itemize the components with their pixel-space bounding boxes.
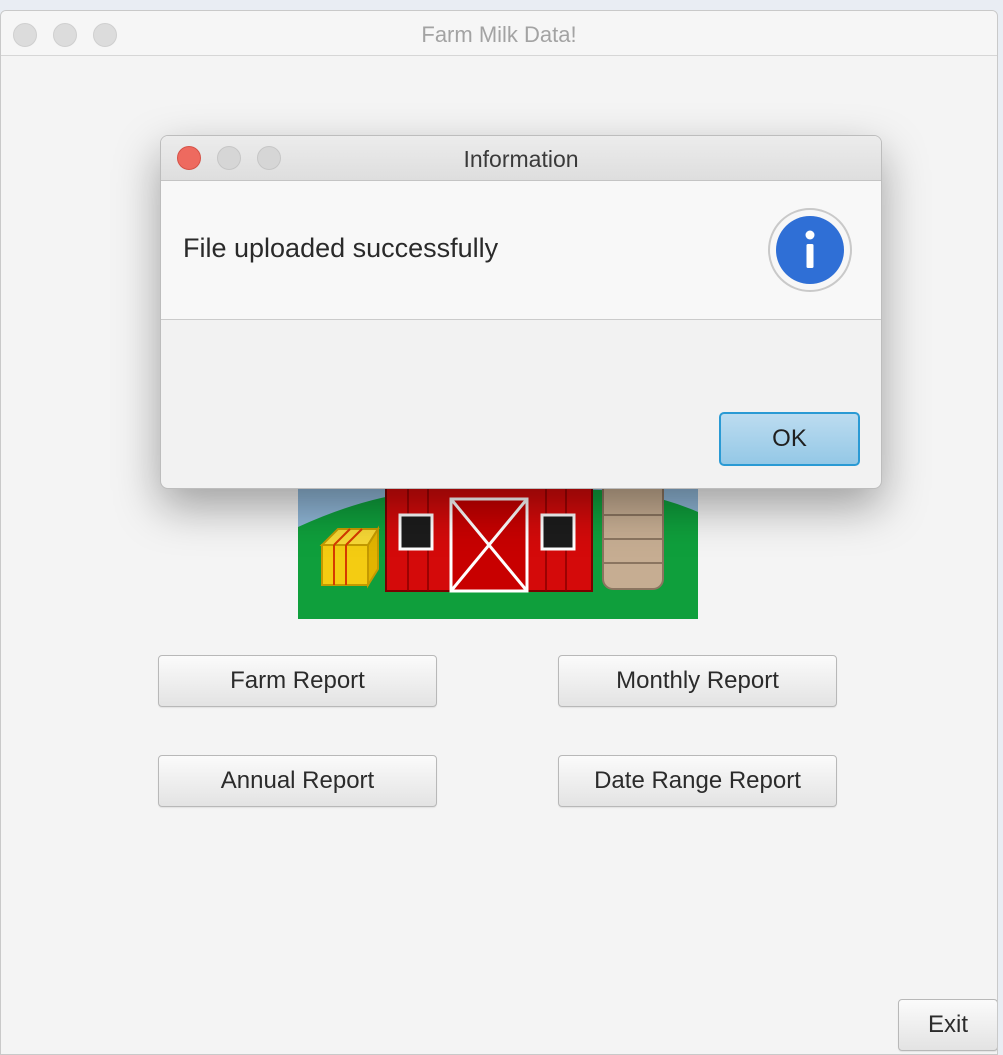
- dialog-message: File uploaded successfully: [183, 233, 499, 263]
- silo-icon: [602, 476, 664, 590]
- farm-report-button[interactable]: Farm Report: [158, 655, 437, 707]
- exit-button[interactable]: Exit: [898, 999, 997, 1051]
- annual-report-button[interactable]: Annual Report: [158, 755, 437, 807]
- window-titlebar[interactable]: Farm Milk Data!: [1, 11, 997, 56]
- information-dialog: Information File uploaded successfully O…: [160, 135, 882, 489]
- date-range-report-button[interactable]: Date Range Report: [558, 755, 837, 807]
- monthly-report-button[interactable]: Monthly Report: [558, 655, 837, 707]
- barn-icon: [385, 486, 593, 593]
- dialog-header: File uploaded successfully: [161, 181, 881, 320]
- info-icon: [768, 208, 852, 292]
- hay-bale-icon: [319, 525, 380, 589]
- window-title: Farm Milk Data!: [421, 22, 577, 47]
- dialog-title: Information: [463, 146, 579, 172]
- ok-button[interactable]: OK: [719, 412, 860, 466]
- dialog-titlebar[interactable]: Information: [161, 136, 881, 181]
